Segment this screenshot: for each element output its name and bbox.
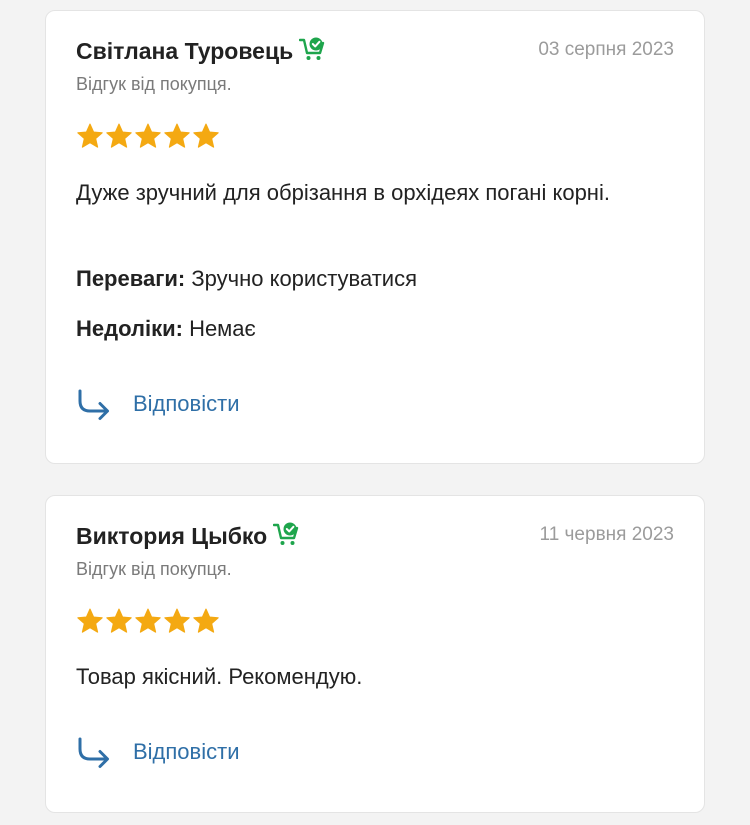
review-author: Виктория Цыбко [76, 523, 268, 549]
star-icon [135, 123, 161, 148]
star-icon [164, 608, 190, 633]
reply-arrow-icon [78, 737, 109, 768]
review-source-label: Відгук від покупця. [76, 559, 232, 579]
rating-stars [76, 122, 220, 152]
reply-button[interactable]: Відповісти [76, 734, 240, 770]
review-cons: Недоліки: Немає [76, 311, 644, 347]
star-icon [77, 608, 103, 633]
star-icon [164, 123, 190, 148]
star-icon [106, 123, 132, 148]
review-comment: Дуже зручний для обрізання в орхідеях по… [76, 180, 610, 205]
reply-label: Відповісти [133, 739, 240, 764]
rating-stars [76, 607, 220, 637]
star-icon [135, 608, 161, 633]
verified-buyer-cart-icon [299, 37, 325, 60]
star-icon [106, 608, 132, 633]
pros-text: Зручно користуватися [191, 266, 418, 291]
review-card: Виктория Цыбко 11 червня 2023 Відгук від… [45, 495, 705, 813]
review-author-wrapper: Виктория Цыбко [76, 522, 301, 549]
cons-text: Немає [189, 316, 256, 341]
reply-label: Відповісти [133, 391, 240, 416]
star-icon [77, 123, 103, 148]
reply-button[interactable]: Відповісти [76, 386, 240, 422]
verified-buyer-cart-icon [273, 522, 299, 545]
review-pros: Переваги: Зручно користуватися [76, 261, 644, 297]
review-card: Світлана Туровець 03 серпня 2023 Відгук … [45, 10, 705, 464]
reply-arrow-icon [78, 389, 109, 420]
cons-label: Недоліки: [76, 316, 183, 341]
review-date: 11 червня 2023 [539, 524, 674, 545]
review-author: Світлана Туровець [76, 38, 294, 64]
star-icon [193, 123, 219, 148]
review-author-wrapper: Світлана Туровець [76, 37, 327, 64]
review-header: Світлана Туровець 03 серпня 2023 [76, 37, 674, 65]
review-date: 03 серпня 2023 [538, 39, 674, 60]
review-header: Виктория Цыбко 11 червня 2023 [76, 522, 674, 550]
review-source-label: Відгук від покупця. [76, 74, 232, 94]
review-comment: Товар якісний. Рекомендую. [76, 664, 363, 689]
pros-label: Переваги: [76, 266, 186, 291]
star-icon [193, 608, 219, 633]
